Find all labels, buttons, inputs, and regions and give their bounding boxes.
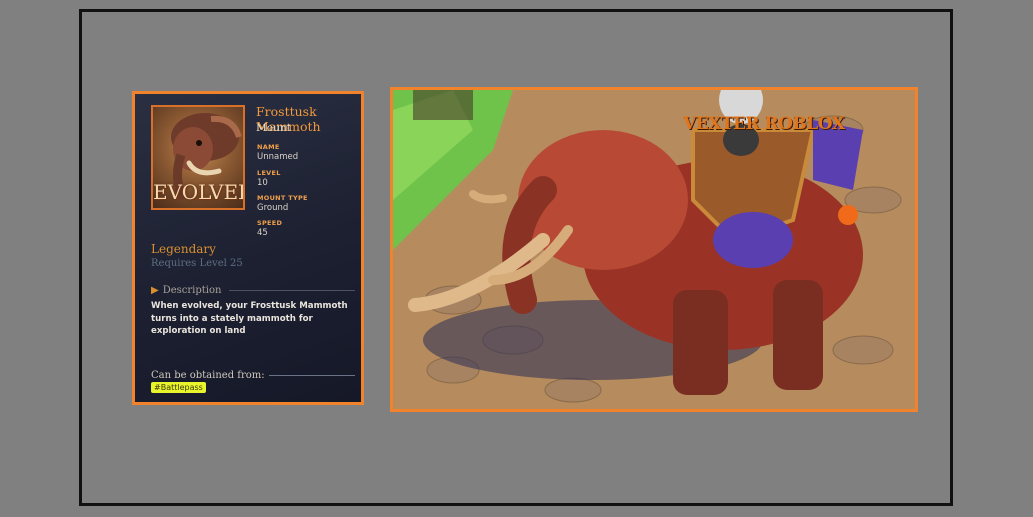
mammoth-scene: [393, 90, 915, 409]
stat-label-level: LEVEL: [257, 169, 281, 177]
mount-portrait: EVOLVED: [151, 105, 245, 210]
stat-value-name: Unnamed: [257, 152, 299, 162]
triangle-right-icon: ▶: [151, 284, 159, 296]
watermark-text: VEXTER ROBLOX: [683, 114, 845, 134]
evolved-badge: EVOLVED: [153, 180, 245, 204]
stat-label-mount-type: MOUNT TYPE: [257, 194, 308, 202]
item-category: Mount: [256, 122, 291, 134]
description-text: When evolved, your Frosttusk Mammoth tur…: [151, 301, 348, 336]
description-label: Description: [162, 284, 222, 296]
item-card: EVOLVED Frosttusk Mammoth Mount NAME Unn…: [132, 91, 364, 405]
battlepass-tag[interactable]: #Battlepass: [151, 382, 206, 393]
rarity-label: Legendary: [151, 242, 216, 256]
mount-preview-image: VEXTER ROBLOX: [390, 87, 918, 412]
stat-value-mount-type: Ground: [257, 203, 289, 213]
description-header: ▶ Description: [151, 283, 355, 297]
divider: [268, 374, 355, 376]
stat-label-speed: SPEED: [257, 219, 283, 227]
stat-label-name: NAME: [257, 143, 280, 151]
obtain-label: Can be obtained from:: [151, 369, 265, 381]
stat-value-speed: 45: [257, 228, 268, 238]
divider: [229, 289, 355, 291]
stat-value-level: 10: [257, 178, 268, 188]
obtain-header: Can be obtained from:: [151, 368, 355, 382]
level-requirement: Requires Level 25: [151, 258, 243, 269]
